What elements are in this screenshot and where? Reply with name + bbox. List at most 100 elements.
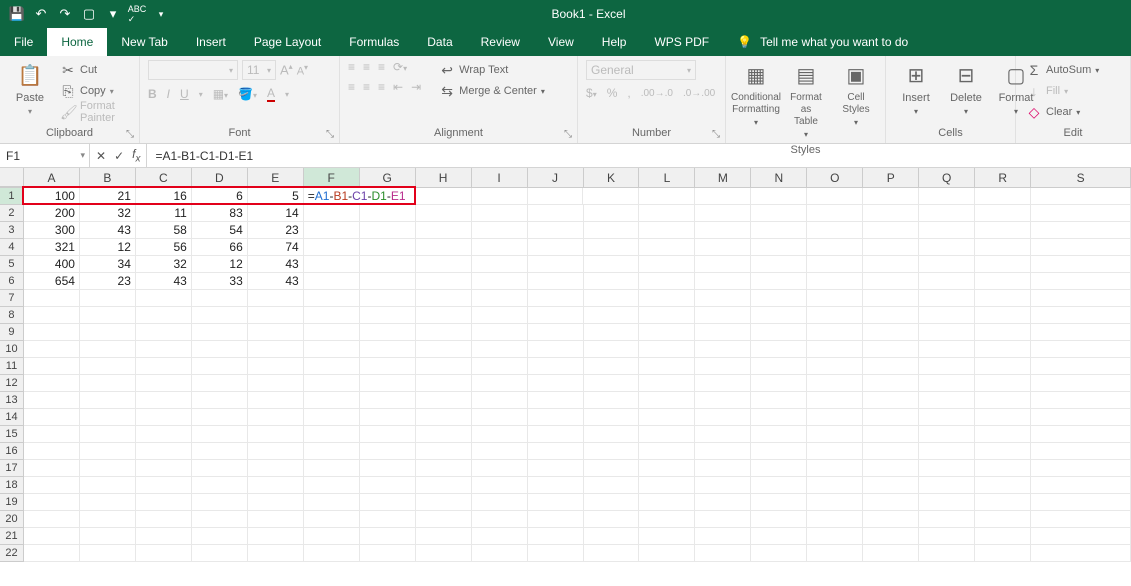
cell[interactable] [695, 256, 751, 273]
cell[interactable] [136, 324, 192, 341]
cell[interactable] [472, 460, 528, 477]
cell[interactable] [919, 307, 975, 324]
cell[interactable] [584, 324, 640, 341]
cell[interactable]: 23 [80, 273, 136, 290]
cell[interactable]: 32 [80, 205, 136, 222]
cell[interactable] [639, 239, 695, 256]
cell[interactable] [639, 358, 695, 375]
cell[interactable] [528, 205, 584, 222]
cell[interactable] [192, 477, 248, 494]
column-header[interactable]: O [807, 168, 863, 187]
cell[interactable] [695, 443, 751, 460]
cell[interactable] [304, 528, 360, 545]
cell[interactable] [807, 307, 863, 324]
cell[interactable] [416, 358, 472, 375]
cell[interactable] [584, 392, 640, 409]
cell[interactable] [360, 273, 416, 290]
cell[interactable] [360, 409, 416, 426]
cell[interactable] [192, 494, 248, 511]
cell[interactable] [639, 324, 695, 341]
cell[interactable] [472, 528, 528, 545]
cell[interactable] [807, 494, 863, 511]
cell[interactable] [24, 443, 80, 460]
cell[interactable] [528, 528, 584, 545]
cell[interactable] [416, 188, 472, 205]
cell[interactable] [751, 273, 807, 290]
cell[interactable] [360, 222, 416, 239]
cell[interactable] [136, 494, 192, 511]
cell[interactable] [919, 443, 975, 460]
cell[interactable] [248, 460, 304, 477]
clear-button[interactable]: ◇Clear▾ [1024, 102, 1101, 122]
tab-formulas[interactable]: Formulas [335, 28, 413, 56]
cell[interactable] [639, 290, 695, 307]
cell[interactable]: 321 [24, 239, 80, 256]
cell[interactable] [1031, 290, 1131, 307]
cell[interactable] [695, 188, 751, 205]
cell[interactable] [639, 426, 695, 443]
cell[interactable] [304, 392, 360, 409]
cell[interactable] [584, 477, 640, 494]
column-header[interactable]: C [136, 168, 192, 187]
cell[interactable]: 43 [248, 273, 304, 290]
cell[interactable] [472, 205, 528, 222]
cell[interactable]: 654 [24, 273, 80, 290]
cell[interactable] [975, 426, 1031, 443]
cell[interactable] [695, 307, 751, 324]
cell[interactable] [360, 205, 416, 222]
cell[interactable] [584, 545, 640, 562]
cell[interactable]: 400 [24, 256, 80, 273]
fill-button[interactable]: ↓Fill▾ [1024, 81, 1101, 101]
column-header[interactable]: L [639, 168, 695, 187]
cell[interactable]: 16 [136, 188, 192, 205]
cell[interactable] [863, 256, 919, 273]
cell[interactable] [975, 290, 1031, 307]
cell[interactable] [863, 324, 919, 341]
cell[interactable] [695, 290, 751, 307]
cell[interactable] [416, 324, 472, 341]
decrease-decimal-button[interactable]: .0→.00 [683, 88, 715, 99]
cell[interactable] [304, 239, 360, 256]
cell[interactable] [472, 494, 528, 511]
cell[interactable] [24, 290, 80, 307]
cell[interactable] [751, 528, 807, 545]
cell[interactable] [1031, 409, 1131, 426]
fill-color-button[interactable]: 🪣▾ [238, 87, 257, 101]
cell[interactable] [863, 409, 919, 426]
cell[interactable] [136, 341, 192, 358]
number-format-combo[interactable]: General▾ [586, 60, 696, 80]
font-size-combo[interactable]: 11▾ [242, 60, 276, 80]
cell[interactable] [136, 511, 192, 528]
cell[interactable] [863, 494, 919, 511]
cell[interactable] [584, 341, 640, 358]
row-header[interactable]: 11 [0, 358, 24, 375]
cell[interactable] [416, 205, 472, 222]
dialog-launcher-icon[interactable]: ⤡ [124, 128, 136, 140]
cell[interactable] [248, 358, 304, 375]
column-header[interactable]: P [863, 168, 919, 187]
cell[interactable] [863, 188, 919, 205]
cell[interactable] [584, 307, 640, 324]
cell[interactable] [919, 358, 975, 375]
cell[interactable] [304, 494, 360, 511]
column-header[interactable]: J [528, 168, 584, 187]
cell[interactable] [528, 256, 584, 273]
cell[interactable] [416, 290, 472, 307]
cell[interactable] [919, 477, 975, 494]
cell[interactable] [136, 443, 192, 460]
cell[interactable] [584, 375, 640, 392]
cell[interactable]: 43 [248, 256, 304, 273]
cell[interactable] [24, 341, 80, 358]
cell[interactable] [975, 222, 1031, 239]
cell[interactable] [416, 545, 472, 562]
cell[interactable] [807, 426, 863, 443]
cell[interactable] [248, 290, 304, 307]
cell[interactable] [751, 426, 807, 443]
cell[interactable] [695, 545, 751, 562]
select-all-corner[interactable] [0, 168, 24, 187]
cell[interactable] [1031, 358, 1131, 375]
cell[interactable] [695, 392, 751, 409]
row-header[interactable]: 3 [0, 222, 24, 239]
cell[interactable] [192, 409, 248, 426]
cell[interactable] [192, 426, 248, 443]
